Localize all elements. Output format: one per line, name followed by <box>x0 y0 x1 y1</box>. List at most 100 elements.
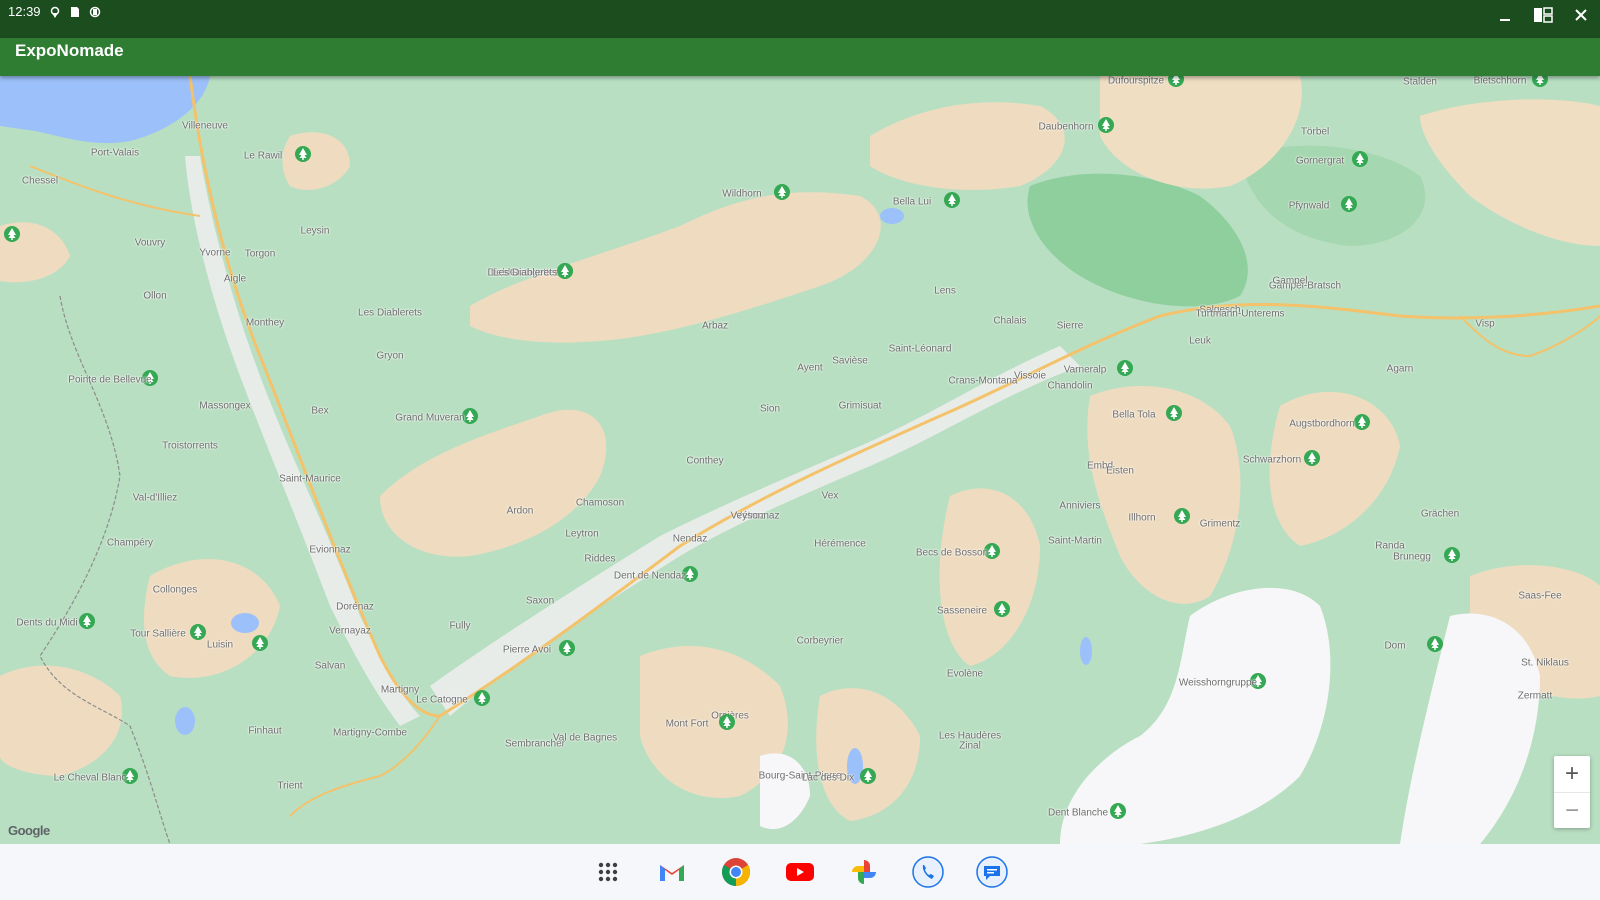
park-label[interactable]: Tour Sallière <box>130 629 186 640</box>
park-label[interactable]: Mont Fort <box>666 719 709 730</box>
park-marker-icon[interactable] <box>1173 507 1191 525</box>
map-place-label[interactable]: Grächen <box>1421 509 1459 520</box>
map-place-label[interactable]: Ardon <box>507 506 534 517</box>
park-label[interactable]: Pointe de Bellevue <box>68 375 151 386</box>
park-label[interactable]: Dufourspitze <box>1108 76 1164 87</box>
map-place-label[interactable]: Gryon <box>376 351 403 362</box>
map-place-label[interactable]: Saxon <box>526 596 554 607</box>
map-place-label[interactable]: Champéry <box>107 538 153 549</box>
map-place-label[interactable]: Eisten <box>1106 466 1134 477</box>
park-marker-icon[interactable] <box>1531 76 1549 88</box>
park-label[interactable]: Illhorn <box>1128 513 1155 524</box>
park-marker-icon[interactable] <box>1116 359 1134 377</box>
map-place-label[interactable]: Saint-Martin <box>1048 536 1102 547</box>
park-label[interactable]: Dent Blanche <box>1048 808 1108 819</box>
gmail-icon[interactable] <box>655 855 689 889</box>
youtube-icon[interactable] <box>783 855 817 889</box>
map-place-label[interactable]: Evolène <box>947 669 983 680</box>
park-marker-icon[interactable] <box>1167 76 1185 88</box>
park-marker-icon[interactable] <box>558 639 576 657</box>
map-place-label[interactable]: Villeneuve <box>182 121 228 132</box>
park-label[interactable]: Gornergrat <box>1296 156 1344 167</box>
park-marker-icon[interactable] <box>78 612 96 630</box>
park-marker-icon[interactable] <box>1443 546 1461 564</box>
map-place-label[interactable]: Massongex <box>199 401 250 412</box>
map-place-label[interactable]: Aigle <box>224 274 246 285</box>
photos-icon[interactable] <box>847 855 881 889</box>
map-place-label[interactable]: Evionnaz <box>309 545 350 556</box>
map-place-label[interactable]: Randa <box>1375 541 1404 552</box>
park-label[interactable]: Augstbordhorn <box>1289 419 1355 430</box>
map-place-label[interactable]: Crans-Montana <box>949 376 1018 387</box>
map-place-label[interactable]: Leuk <box>1189 336 1211 347</box>
map-place-label[interactable]: Ollon <box>143 291 166 302</box>
park-label[interactable]: Bietschhorn <box>1474 76 1527 87</box>
map-place-label[interactable]: Conthey <box>686 456 723 467</box>
map-view[interactable]: Villeneuve Port-Valais Vouvry Torgon Chessel… <box>0 76 1600 844</box>
map-place-label[interactable]: Arbaz <box>702 321 728 332</box>
park-marker-icon[interactable] <box>556 262 574 280</box>
map-place-label[interactable]: Hérémence <box>814 539 866 550</box>
park-marker-icon[interactable] <box>189 623 207 641</box>
park-label[interactable]: Dent de Nendaz <box>614 571 686 582</box>
park-marker-icon[interactable] <box>1351 150 1369 168</box>
map-place-label[interactable]: Savièse <box>832 356 868 367</box>
park-marker-icon[interactable] <box>473 689 491 707</box>
park-label[interactable]: Le Catogne <box>416 695 468 706</box>
map-place-label[interactable]: Dorénaz <box>336 602 374 613</box>
map-place-label[interactable]: Finhaut <box>248 726 281 737</box>
park-label[interactable]: Le Rawil <box>244 151 282 162</box>
park-label[interactable]: Bella Lui <box>893 197 931 208</box>
park-marker-icon[interactable] <box>1303 449 1321 467</box>
park-marker-icon[interactable] <box>251 634 269 652</box>
map-place-label[interactable]: Chamoson <box>576 498 624 509</box>
park-marker-icon[interactable] <box>1426 635 1444 653</box>
map-place-label[interactable]: Ayent <box>797 363 822 374</box>
map-place-label[interactable]: Nendaz <box>673 534 707 545</box>
map-place-label[interactable]: Leysin <box>301 226 330 237</box>
park-marker-icon[interactable] <box>3 225 21 243</box>
map-place-label[interactable]: Lens <box>934 286 956 297</box>
park-label[interactable]: Brunegg <box>1393 552 1431 563</box>
park-marker-icon[interactable] <box>294 145 312 163</box>
zoom-out-button[interactable]: − <box>1554 792 1590 828</box>
map-place-label[interactable]: Sion <box>760 404 780 415</box>
map-place-label[interactable]: Trient <box>277 781 302 792</box>
map-place-label[interactable]: Chalais <box>993 316 1026 327</box>
map-place-label[interactable]: Val-d'Illiez <box>133 493 178 504</box>
map-place-label[interactable]: Port-Valais <box>91 148 139 159</box>
split-window-icon[interactable] <box>1532 4 1554 26</box>
map-place-label[interactable]: Collonges <box>153 585 197 596</box>
map-place-label[interactable]: Vex <box>822 491 839 502</box>
map-place-label[interactable]: Vouvry <box>135 238 166 249</box>
park-marker-icon[interactable] <box>1097 116 1115 134</box>
park-label[interactable]: Daubenhorn <box>1038 122 1093 133</box>
park-label[interactable]: Wildhorn <box>722 189 761 200</box>
map-place-label[interactable]: Martigny <box>381 685 419 696</box>
park-marker-icon[interactable] <box>993 600 1011 618</box>
park-label[interactable]: Les Diablerets <box>493 268 557 279</box>
map-place-label[interactable]: Martigny-Combe <box>333 728 407 739</box>
map-place-label[interactable]: Stalden <box>1403 77 1437 88</box>
map-place-label[interactable]: Anniviers <box>1059 501 1100 512</box>
map-place-label[interactable]: Sierre <box>1057 321 1084 332</box>
map-place-label[interactable]: Bex <box>311 406 328 417</box>
map-place-label[interactable]: Saas-Fee <box>1518 591 1561 602</box>
map-place-label[interactable]: Yvorne <box>199 248 230 259</box>
park-marker-icon[interactable] <box>1340 195 1358 213</box>
park-label[interactable]: Weisshorngruppe <box>1179 678 1257 689</box>
park-marker-icon[interactable] <box>1109 802 1127 820</box>
park-label[interactable]: Sasseneire <box>937 606 987 617</box>
park-label[interactable]: Varneralp <box>1064 365 1107 376</box>
map-place-label[interactable]: Visp <box>1475 319 1494 330</box>
map-place-label[interactable]: Turtmann-Unterems <box>1195 309 1284 320</box>
park-marker-icon[interactable] <box>1165 404 1183 422</box>
map-place-label[interactable]: Troistorrents <box>162 441 218 452</box>
park-label[interactable]: Schwarzhorn <box>1243 455 1301 466</box>
map-place-label[interactable]: Törbel <box>1301 127 1329 138</box>
park-label[interactable]: Pierre Avoi <box>503 645 551 656</box>
map-place-label[interactable]: Torgon <box>245 249 276 260</box>
park-label[interactable]: Dents du Midi <box>16 618 77 629</box>
map-place-label[interactable]: Salvan <box>315 661 346 672</box>
map-place-label[interactable]: Leytron <box>565 529 598 540</box>
